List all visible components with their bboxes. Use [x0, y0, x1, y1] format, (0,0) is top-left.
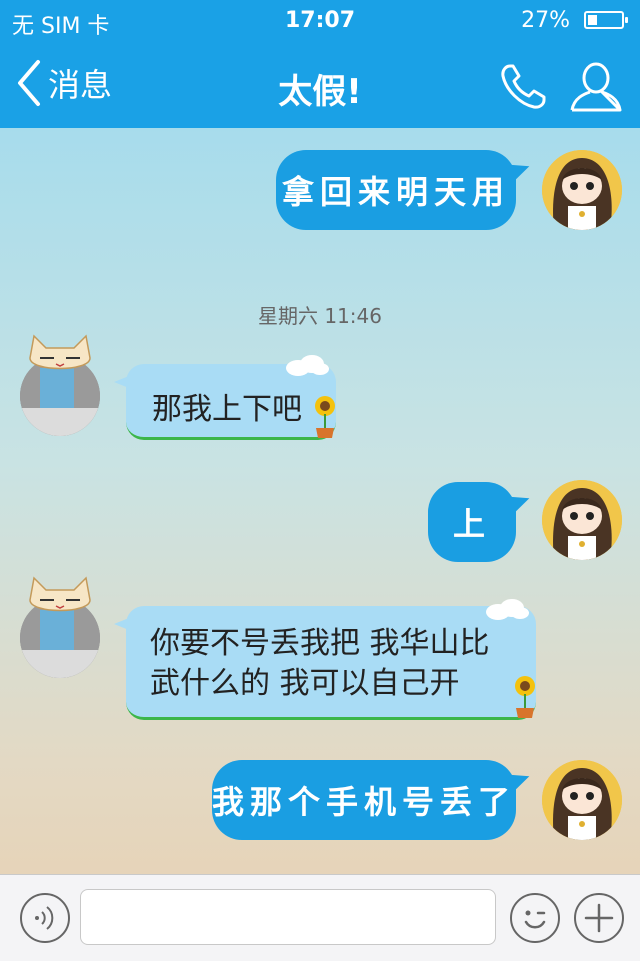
- message-text: 拿回来明天用: [281, 173, 510, 211]
- contact-avatar[interactable]: [20, 334, 100, 436]
- self-avatar-image: [542, 480, 622, 560]
- voice-button[interactable]: [20, 893, 70, 943]
- outgoing-message[interactable]: 我那个手机号丢了: [212, 760, 533, 840]
- message-text: 上: [452, 505, 491, 543]
- self-avatar-image: [542, 150, 622, 230]
- emoji-button[interactable]: [510, 893, 560, 943]
- phone-button[interactable]: [496, 60, 550, 114]
- message-text: 我那个手机号丢了: [212, 783, 517, 821]
- message-text-line-1: 你要不号丢我把 我华山比: [150, 626, 490, 661]
- outgoing-message[interactable]: 拿回来明天用: [276, 150, 533, 230]
- contact-avatar[interactable]: [20, 576, 100, 678]
- input-bar: [0, 874, 640, 961]
- outgoing-message[interactable]: 上: [428, 482, 533, 562]
- chat-area[interactable]: 拿回来明天用 星期六 11:46 那我上下吧 上 你要不号丢我把 我华山比 武什…: [0, 128, 640, 874]
- timestamp: 星期六 11:46: [258, 304, 382, 328]
- phone-icon: [501, 64, 546, 109]
- message-input[interactable]: [80, 889, 496, 945]
- emoji-icon: [524, 910, 546, 929]
- contact-avatar-image: [20, 334, 100, 436]
- plus-icon: [584, 903, 614, 933]
- status-bar: 无 SIM 卡 17:07 27%: [0, 0, 640, 40]
- self-avatar[interactable]: [542, 480, 622, 560]
- add-button[interactable]: [574, 893, 624, 943]
- voice-icon: [35, 906, 54, 930]
- message-text-line-2: 武什么的 我可以自己开: [150, 666, 460, 701]
- battery-icon: [584, 11, 628, 29]
- battery-percent: 27%: [521, 8, 570, 33]
- message-text: 那我上下吧: [152, 392, 302, 427]
- sunflower-decoration: [515, 676, 535, 718]
- sunflower-decoration: [315, 396, 335, 438]
- self-avatar-image: [542, 760, 622, 840]
- cloud-decoration: [286, 355, 329, 376]
- nav-bar: 消息 太假!: [0, 40, 640, 128]
- profile-icon: [570, 62, 622, 112]
- self-avatar[interactable]: [542, 760, 622, 840]
- incoming-message[interactable]: 你要不号丢我把 我华山比 武什么的 我可以自己开: [114, 606, 536, 720]
- cloud-decoration: [486, 599, 529, 620]
- battery-fill: [588, 15, 597, 25]
- profile-button[interactable]: [568, 58, 624, 114]
- self-avatar[interactable]: [542, 150, 622, 230]
- contact-avatar-image: [20, 576, 100, 678]
